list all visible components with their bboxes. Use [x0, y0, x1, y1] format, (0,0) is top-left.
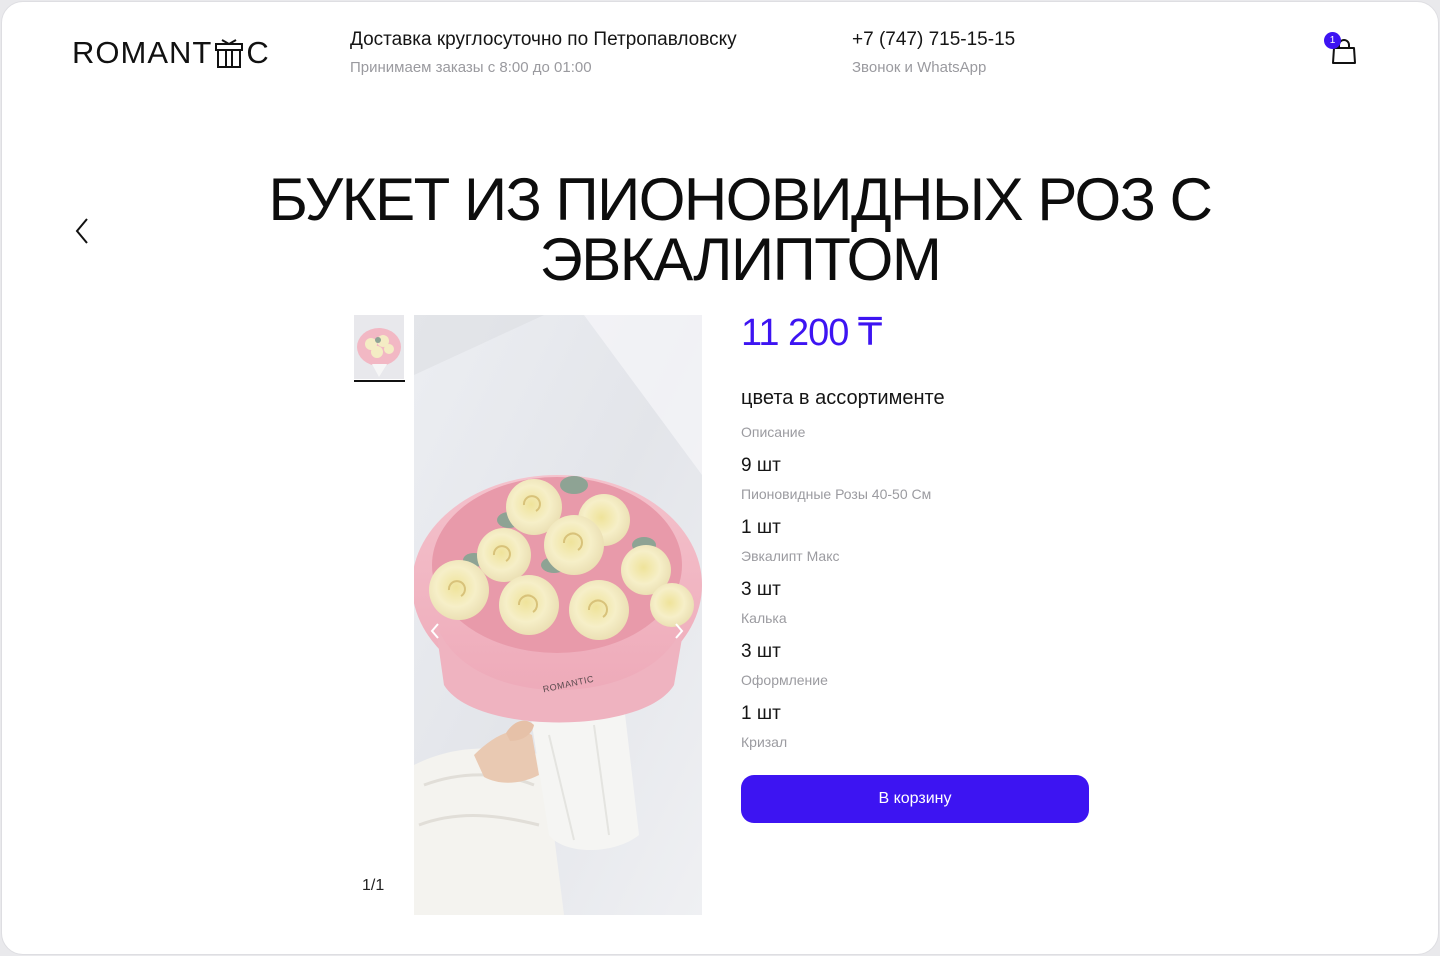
- composition-name: Калька: [741, 610, 787, 626]
- contact-info: +7 (747) 715-15-15 Звонок и WhatsApp: [852, 29, 1015, 76]
- thumbnail-active-indicator: [354, 380, 405, 382]
- delivery-hours: Принимаем заказы с 8:00 до 01:00: [350, 59, 592, 76]
- composition-qty: 3 шт: [741, 579, 781, 600]
- bouquet-image: ROMANTIC: [414, 315, 702, 915]
- product-price: 11 200 ₸: [741, 312, 882, 354]
- gallery-thumbnail[interactable]: [354, 315, 404, 379]
- phone-note: Звонок и WhatsApp: [852, 59, 987, 76]
- gallery-next-button[interactable]: [672, 620, 686, 642]
- product-photo: ROMANTIC: [414, 315, 702, 915]
- delivery-title: Доставка круглосуточно по Петропавловску: [350, 29, 737, 50]
- composition-name: Пионовидные Розы 40-50 См: [741, 486, 932, 502]
- add-to-cart-button[interactable]: В корзину: [741, 775, 1089, 823]
- composition-name: Кризал: [741, 734, 788, 750]
- composition-qty: 9 шт: [741, 455, 781, 476]
- composition-name: Эвкалипт Макс: [741, 548, 840, 564]
- gallery-counter: 1/1: [362, 877, 385, 894]
- page-frame: ROMANT C Доставка круглосуточно по Петро…: [1, 1, 1439, 955]
- gallery-prev-button[interactable]: [428, 620, 442, 642]
- chevron-left-icon: [430, 623, 439, 639]
- composition-qty: 1 шт: [741, 703, 781, 724]
- colors-note: цвета в ассортименте: [741, 387, 945, 409]
- chevron-right-icon: [675, 623, 684, 639]
- cart-button[interactable]: 1: [1324, 32, 1358, 66]
- gift-logo-icon: [215, 39, 244, 68]
- chevron-left-icon: [75, 218, 88, 244]
- composition-qty: 1 шт: [741, 517, 781, 538]
- composition-name: Оформление: [741, 672, 828, 688]
- composition-qty: 3 шт: [741, 641, 781, 662]
- cart-count-badge: 1: [1324, 32, 1341, 49]
- description-label: Описание: [741, 424, 806, 440]
- bouquet-thumbnail-image: [354, 315, 404, 379]
- back-button[interactable]: [68, 214, 98, 248]
- product-title: БУКЕТ ИЗ ПИОНОВИДНЫХ РОЗ С ЭВКАЛИПТОМ: [268, 166, 1213, 293]
- delivery-info: Доставка круглосуточно по Петропавловску…: [350, 29, 737, 76]
- phone-link[interactable]: +7 (747) 715-15-15: [852, 29, 1015, 51]
- logo[interactable]: ROMANT C: [72, 32, 270, 68]
